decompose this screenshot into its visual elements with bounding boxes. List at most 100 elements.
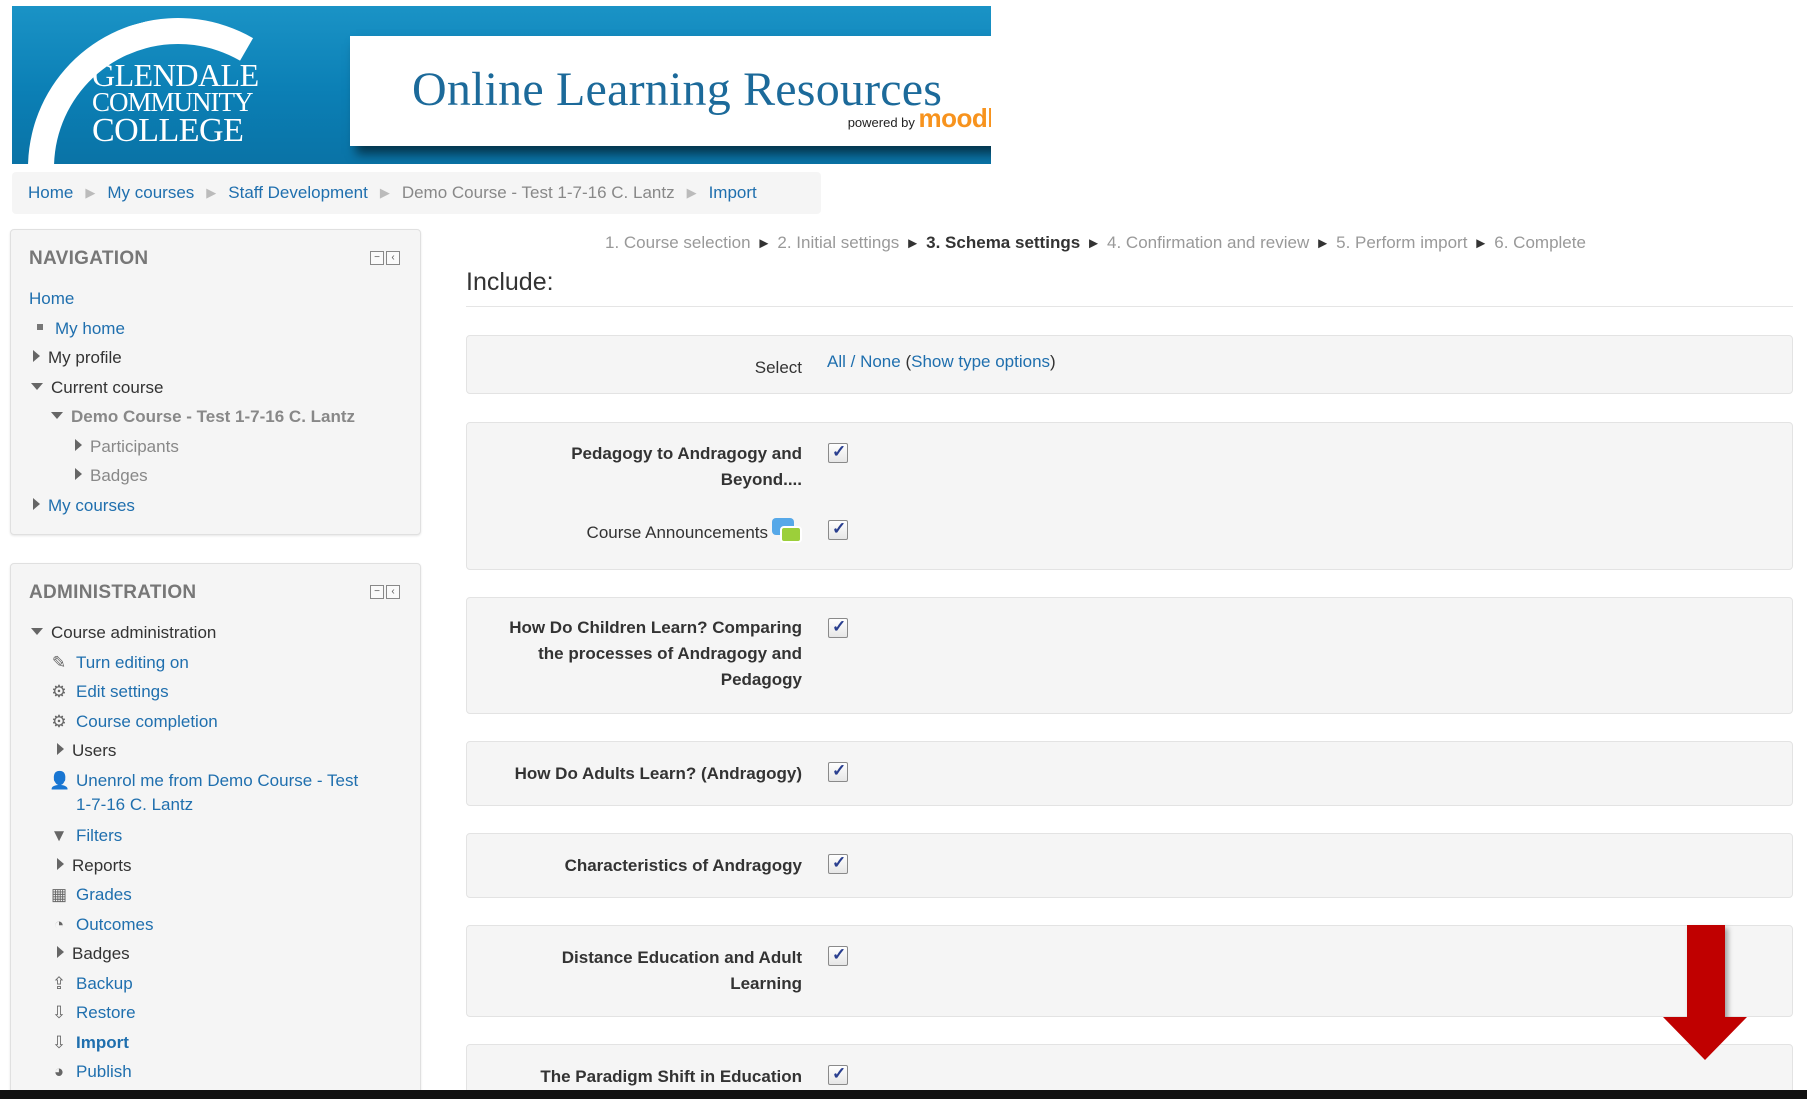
step-confirmation: 4. Confirmation and review (1107, 233, 1310, 252)
select-none-link[interactable]: None (860, 352, 901, 371)
pencil-icon: ✎ (51, 652, 67, 672)
step-arrow-icon: ► (1315, 235, 1331, 252)
filter-icon: ▼ (50, 826, 68, 845)
admin-course-administration[interactable]: Course administration (51, 623, 216, 642)
forum-icon (772, 518, 802, 546)
nav-my-home[interactable]: My home (55, 319, 125, 338)
activity-checkbox[interactable] (828, 519, 848, 540)
collapse-icon[interactable] (51, 412, 63, 419)
activity-label: Course Announcements (467, 518, 802, 546)
breadcrumb-import[interactable]: Import (709, 183, 757, 203)
section-label: Pedagogy to Andragogy and Beyond.... (467, 441, 802, 493)
admin-edit-settings[interactable]: Edit settings (76, 682, 169, 701)
breadcrumb-staff-development[interactable]: Staff Development (228, 183, 368, 203)
admin-backup[interactable]: Backup (76, 974, 133, 993)
admin-filters[interactable]: Filters (76, 826, 122, 845)
admin-import[interactable]: Import (76, 1033, 129, 1052)
restore-icon: ⇩ (51, 1003, 67, 1022)
breadcrumb-separator: ▶ (85, 185, 96, 200)
section-label-line: How Do Children Learn? Comparing (509, 618, 802, 637)
admin-unenrol[interactable]: Unenrol me from Demo Course - Test (76, 771, 358, 790)
admin-outcomes[interactable]: Outcomes (76, 915, 153, 934)
nav-course-name[interactable]: Demo Course - Test 1-7-16 C. Lantz (71, 407, 355, 426)
breadcrumb-home[interactable]: Home (28, 183, 73, 203)
collapse-icon[interactable] (31, 628, 43, 635)
powered-by-moodle: powered by moodle (848, 103, 991, 134)
section-label: Distance Education and Adult Learning (467, 945, 802, 997)
show-type-options-link[interactable]: Show type options (911, 352, 1050, 371)
admin-users[interactable]: Users (72, 741, 116, 760)
administration-block-title: ADMINISTRATION (29, 582, 197, 603)
site-banner[interactable]: GLENDALE COMMUNITY COLLEGE Online Learni… (12, 6, 991, 164)
admin-publish[interactable]: Publish (76, 1062, 132, 1081)
section-fieldset: How Do Children Learn? Comparing the pro… (466, 597, 1793, 714)
section-label-line: Pedagogy (720, 670, 802, 689)
outcomes-icon: ◔ (53, 914, 65, 934)
section-label-line: Beyond.... (720, 470, 802, 489)
admin-badges[interactable]: Badges (72, 944, 130, 963)
expand-icon[interactable] (75, 468, 82, 480)
expand-icon[interactable] (75, 438, 82, 451)
collapse-block-icon[interactable]: − (370, 585, 384, 599)
section-label-line: Distance Education and Adult (561, 948, 802, 967)
expand-icon[interactable] (57, 946, 64, 958)
gear-icon: ⚙ (51, 682, 67, 701)
step-course-selection: 1. Course selection (605, 233, 751, 252)
section-label: The Paradigm Shift in Education (540, 1067, 802, 1086)
college-name-line3: COLLEGE (92, 112, 244, 150)
nav-my-profile[interactable]: My profile (48, 348, 122, 367)
paren-open: ( (900, 352, 912, 371)
step-schema-settings: 3. Schema settings (926, 233, 1081, 252)
admin-unenrol-line2[interactable]: 1-7-16 C. Lantz (76, 795, 193, 814)
admin-reports[interactable]: Reports (72, 856, 132, 875)
expand-icon[interactable] (33, 350, 40, 362)
admin-course-completion[interactable]: Course completion (76, 712, 218, 731)
collapse-block-icon[interactable]: − (370, 251, 384, 265)
select-links: All / None (Show type options) (827, 352, 1056, 372)
expand-icon[interactable] (57, 743, 64, 755)
section-checkbox[interactable] (828, 761, 848, 782)
administration-block: ADMINISTRATION − ‹ Course administration… (10, 563, 421, 1099)
select-all-link[interactable]: All (827, 352, 846, 371)
expand-icon[interactable] (33, 497, 40, 510)
step-arrow-icon: ► (756, 235, 772, 252)
dock-block-icon[interactable]: ‹ (386, 585, 400, 599)
collapse-icon[interactable] (31, 382, 43, 390)
section-checkbox[interactable] (828, 1064, 848, 1085)
nav-my-courses[interactable]: My courses (48, 496, 135, 515)
grades-table-icon: ▦ (50, 885, 68, 904)
import-progress-steps: 1. Course selection ► 2. Initial settings ►… (605, 233, 1586, 253)
section-checkbox[interactable] (828, 617, 848, 638)
admin-grades[interactable]: Grades (76, 885, 132, 904)
section-label-line: the processes of Andragogy and (538, 644, 802, 663)
section-checkbox[interactable] (828, 853, 848, 874)
college-logo: GLENDALE COMMUNITY COLLEGE (92, 57, 259, 150)
nav-badges[interactable]: Badges (90, 466, 148, 485)
powered-by-text: powered by (847, 115, 915, 130)
nav-current-course[interactable]: Current course (51, 378, 163, 397)
nav-participants[interactable]: Participants (90, 437, 179, 456)
section-checkbox[interactable] (828, 945, 848, 966)
navigation-tree: Home My home My profile Current course D… (29, 284, 355, 520)
navigation-block-title: NAVIGATION (29, 248, 149, 269)
section-label: How Do Adults Learn? (Andragogy) (514, 764, 802, 783)
admin-turn-editing-on[interactable]: Turn editing on (76, 653, 189, 672)
moodle-logo-text: moodle (918, 103, 991, 133)
dock-block-icon[interactable]: ‹ (386, 251, 400, 265)
scroll-down-arrow-icon (1663, 925, 1747, 1060)
college-name-line1: GLENDALE (92, 57, 259, 93)
breadcrumb-demo-course[interactable]: Demo Course - Test 1-7-16 C. Lantz (402, 183, 675, 203)
expand-icon[interactable] (57, 857, 64, 870)
breadcrumb: Home ▶ My courses ▶ Staff Development ▶ … (12, 172, 821, 214)
gear-icon: ⚙ (51, 711, 67, 731)
admin-restore[interactable]: Restore (76, 1003, 136, 1022)
breadcrumb-my-courses[interactable]: My courses (107, 183, 194, 203)
navigation-block-controls: − ‹ (370, 251, 400, 265)
section-label: How Do Children Learn? Comparing the pro… (467, 615, 802, 693)
administration-tree: Course administration ✎ Turn editing on ⚙… (29, 618, 358, 1087)
paren-close: ) (1050, 352, 1056, 371)
nav-home[interactable]: Home (29, 289, 74, 308)
select-fieldset: Select All / None (Show type options) (466, 335, 1793, 394)
step-initial-settings: 2. Initial settings (777, 233, 900, 252)
section-checkbox[interactable] (828, 442, 848, 463)
